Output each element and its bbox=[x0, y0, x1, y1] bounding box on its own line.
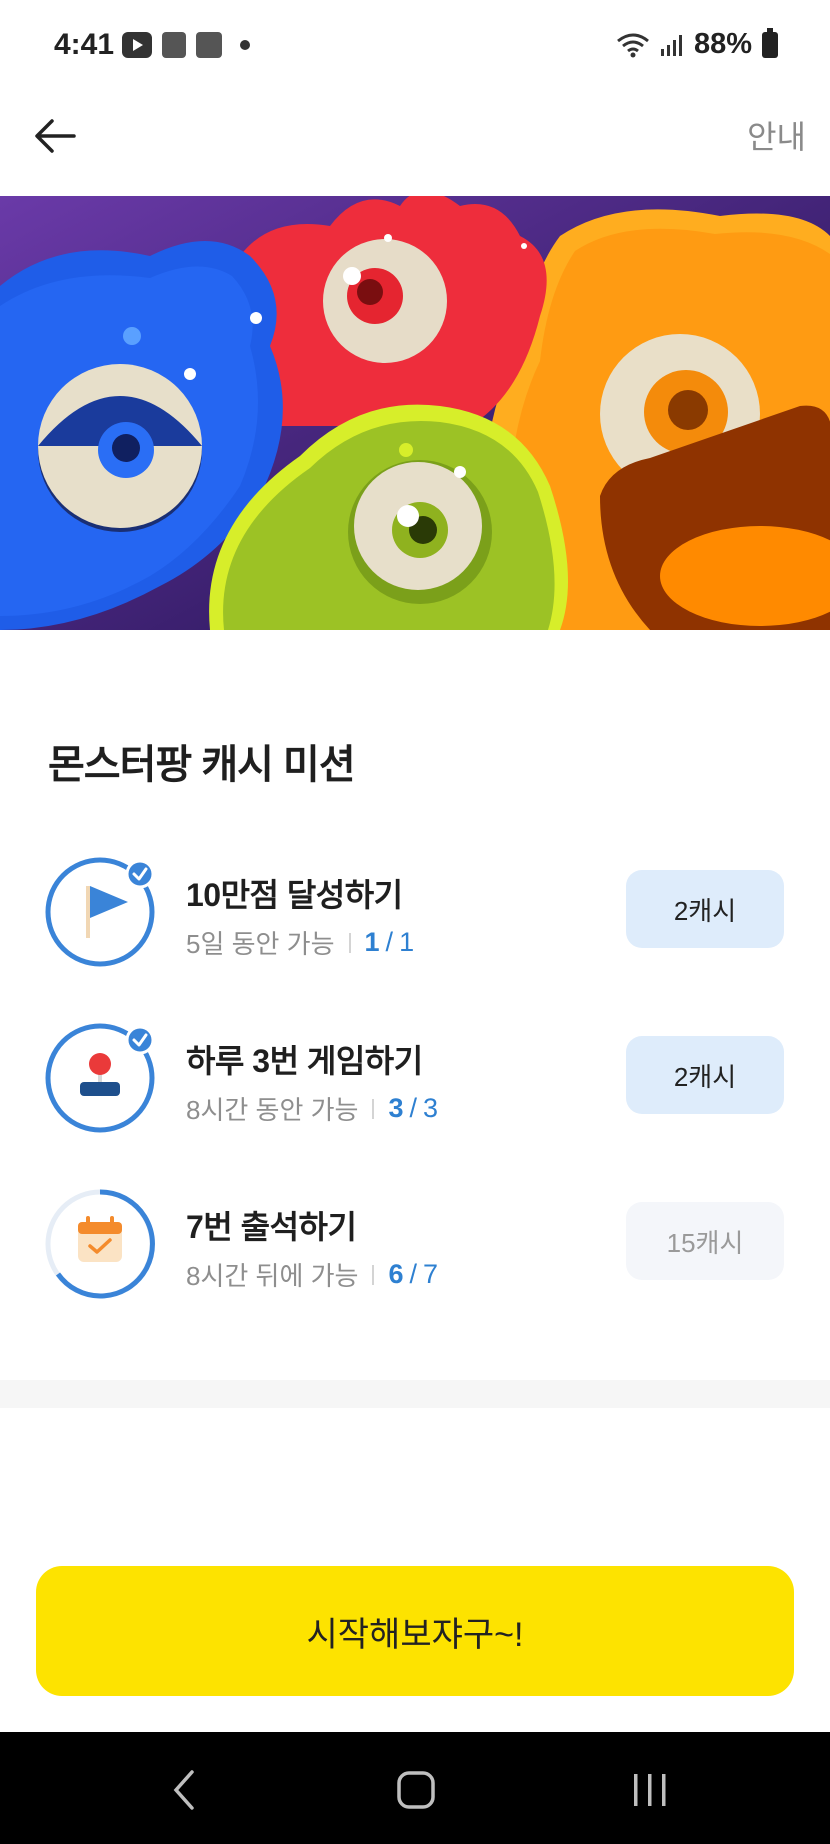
reward-button[interactable]: 15캐시 bbox=[626, 1202, 784, 1280]
reward-button[interactable]: 2캐시 bbox=[626, 1036, 784, 1114]
status-bar: 4:41 88% bbox=[0, 0, 830, 92]
flag-icon bbox=[45, 857, 155, 967]
joystick-icon bbox=[45, 1023, 155, 1133]
mission-item: 7번 출석하기 8시간 뒤에 가능 6/7 15캐시 bbox=[0, 1188, 830, 1308]
mission-name: 하루 3번 게임하기 bbox=[186, 1043, 423, 1079]
battery-percent: 88% bbox=[693, 28, 752, 60]
progress-current: 6 bbox=[388, 1259, 404, 1289]
chevron-left-icon bbox=[173, 1770, 194, 1810]
mission-item: 하루 3번 게임하기 8시간 동안 가능 3/3 2캐시 bbox=[0, 1022, 830, 1142]
system-recents-button[interactable] bbox=[620, 1762, 680, 1818]
app-notification-icon bbox=[196, 32, 222, 58]
mission-availability: 5일 동안 가능 bbox=[186, 929, 335, 959]
more-notifications-dot bbox=[240, 40, 250, 50]
reward-button[interactable]: 2캐시 bbox=[626, 870, 784, 948]
separator bbox=[348, 932, 351, 953]
mission-meta: 8시간 뒤에 가능 6/7 bbox=[186, 1256, 438, 1293]
mission-availability: 8시간 뒤에 가능 bbox=[186, 1261, 359, 1291]
progress-current: 1 bbox=[364, 927, 380, 957]
arrow-left-icon bbox=[35, 119, 76, 153]
mission-meta: 8시간 동안 가능 3/3 bbox=[186, 1090, 438, 1127]
mission-name: 10만점 달성하기 bbox=[186, 877, 403, 913]
signal-icon bbox=[660, 34, 682, 56]
mission-meta: 5일 동안 가능 1/1 bbox=[186, 924, 414, 961]
recents-icon bbox=[634, 1774, 666, 1806]
notification-icons bbox=[122, 32, 250, 58]
mission-progress: 1/1 bbox=[364, 927, 415, 957]
calendar-check-icon bbox=[45, 1189, 155, 1299]
wifi-icon bbox=[617, 33, 649, 57]
system-nav-bar bbox=[0, 1732, 830, 1844]
progress-total: 7 bbox=[422, 1259, 439, 1289]
mission-availability: 8시간 동안 가능 bbox=[186, 1095, 359, 1125]
system-home-button[interactable] bbox=[386, 1762, 446, 1818]
start-game-button[interactable]: 시작해보쟈구~! bbox=[36, 1566, 794, 1696]
system-back-button[interactable] bbox=[154, 1762, 214, 1818]
status-right: 88% bbox=[616, 27, 778, 61]
progress-current: 3 bbox=[388, 1093, 404, 1123]
section-divider bbox=[0, 1380, 830, 1408]
home-square-icon bbox=[397, 1771, 435, 1809]
progress-total: 1 bbox=[399, 927, 415, 957]
youtube-icon bbox=[122, 32, 152, 58]
hero-banner bbox=[0, 196, 830, 630]
separator bbox=[372, 1098, 375, 1119]
mission-progress: 3/3 bbox=[388, 1093, 439, 1123]
mission-progress: 6/7 bbox=[388, 1259, 439, 1289]
mission-name: 7번 출석하기 bbox=[186, 1209, 357, 1245]
app-notification-icon bbox=[162, 32, 186, 58]
mission-item: 10만점 달성하기 5일 동안 가능 1/1 2캐시 bbox=[0, 856, 830, 976]
back-button[interactable] bbox=[30, 110, 82, 162]
status-time: 4:41 bbox=[54, 28, 115, 61]
monsters-illustration bbox=[0, 196, 830, 630]
battery-icon bbox=[762, 27, 778, 58]
progress-total: 3 bbox=[422, 1093, 439, 1123]
guide-link[interactable]: 안내 bbox=[747, 112, 806, 158]
top-nav: 안내 bbox=[0, 92, 830, 192]
separator bbox=[372, 1264, 375, 1285]
section-title: 몬스터팡 캐시 미션 bbox=[48, 743, 356, 787]
